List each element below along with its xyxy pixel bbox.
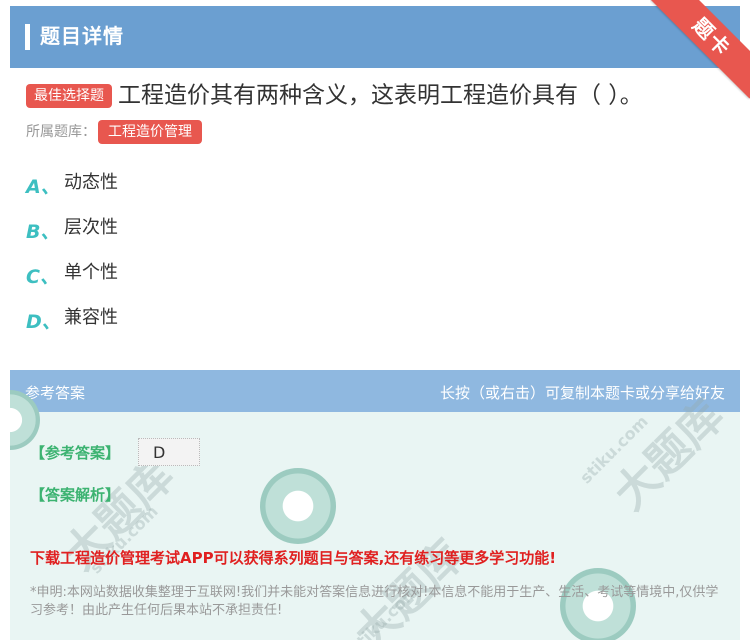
answer-value: D [138,438,200,466]
option-text: 单个性 [64,262,118,283]
question-bank: 所属题库： 工程造价管理 [26,120,202,144]
answer-label: 【参考答案】 [30,444,121,462]
option-a[interactable]: A、 动态性 [26,172,118,217]
watermark-logo-icon [260,468,336,544]
page-title: 题目详情 [40,24,124,48]
question-type-badge: 最佳选择题 [26,83,112,108]
option-letter: C、 [26,266,59,288]
option-letter: D、 [26,311,61,333]
disclaimer-text: *申明:本网站数据收集整理于互联网!我们并未能对答案信息进行核对!本信息不能用于… [30,585,719,618]
option-letter: B、 [26,221,60,243]
watermark-text: 大题库 [344,530,474,640]
answer-panel-title: 参考答案 [25,384,86,402]
option-text: 兼容性 [64,307,118,328]
question-text: 工程造价其有两种含义，这表明工程造价具有（ ）。 [118,82,643,109]
title-accent-bar [25,24,30,50]
analysis-label: 【答案解析】 [30,486,121,504]
bank-tag[interactable]: 工程造价管理 [98,120,202,144]
option-d[interactable]: D、 兼容性 [26,307,118,352]
option-text: 层次性 [64,217,118,238]
option-c[interactable]: C、 单个性 [26,262,118,307]
bank-label: 所属题库： [26,124,96,140]
answer-panel: 参考答案 长按（或右击）可复制本题卡或分享给好友 大题库 大题库 大题库 sti… [10,370,740,640]
option-letter: A、 [26,176,60,198]
option-text: 动态性 [64,172,118,193]
app-download-promo[interactable]: 下载工程造价管理考试APP可以获得系列题目与答案,还有练习等更多学习功能! [30,547,556,568]
header-bar: 题目详情 [10,6,740,68]
answer-panel-header: 参考答案 长按（或右击）可复制本题卡或分享给好友 [10,370,740,412]
option-b[interactable]: B、 层次性 [26,217,118,262]
option-list: A、 动态性 B、 层次性 C、 单个性 D、 兼容性 [26,172,118,352]
question-stem: 最佳选择题 工程造价其有两种含义，这表明工程造价具有（ ）。 [26,80,736,111]
